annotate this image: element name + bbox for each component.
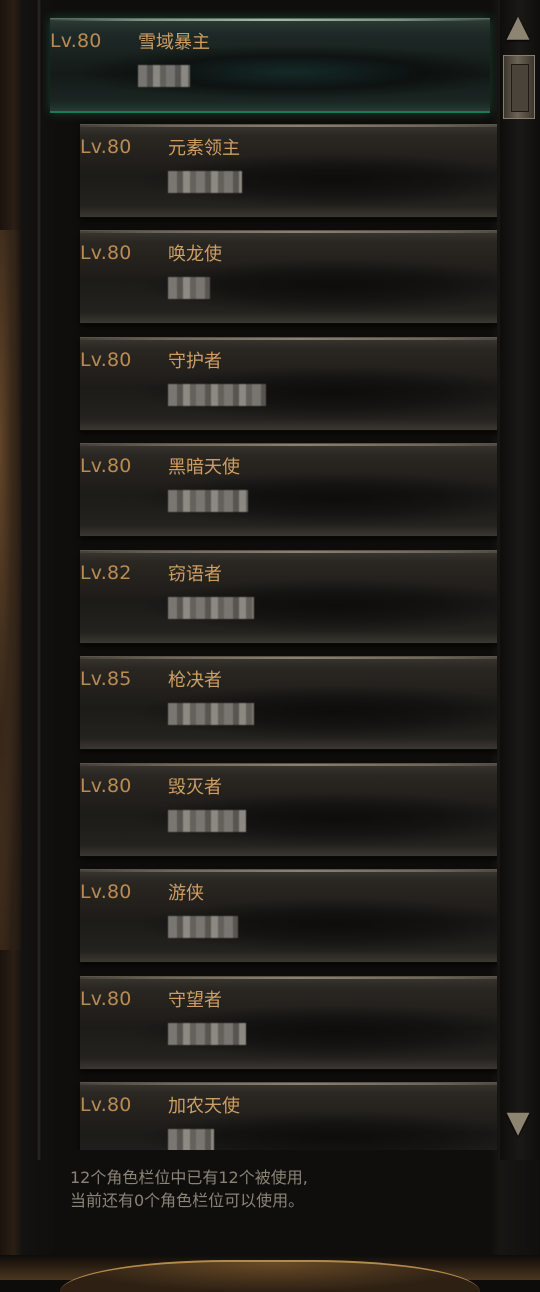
character-class: 守护者: [168, 351, 222, 372]
character-name-redacted: [168, 597, 254, 619]
character-name-redacted: [168, 1023, 246, 1045]
character-class: 毁灭者: [168, 777, 222, 798]
character-name-redacted: [168, 384, 266, 406]
scrollbar-thumb[interactable]: [503, 55, 535, 119]
character-slot[interactable]: Lv.82 窃语者: [80, 550, 497, 644]
character-name-redacted: [168, 703, 254, 725]
character-level: Lv.80: [80, 136, 132, 158]
character-level: Lv.82: [80, 562, 132, 584]
character-level: Lv.80: [50, 30, 102, 52]
character-name-redacted: [168, 171, 242, 193]
character-level: Lv.80: [80, 988, 132, 1010]
character-slot[interactable]: Lv.80 加农天使: [80, 1082, 497, 1150]
character-name-redacted: [168, 810, 246, 832]
character-slot[interactable]: Lv.80 唤龙使: [80, 230, 497, 324]
slot-usage-line-2: 当前还有0个角色栏位可以使用。: [70, 1191, 305, 1210]
character-slot[interactable]: Lv.80 元素领主: [80, 124, 497, 218]
character-class: 加农天使: [168, 1096, 240, 1117]
character-class: 枪决者: [168, 670, 222, 691]
character-class: 守望者: [168, 990, 222, 1011]
character-class: 元素领主: [168, 138, 240, 159]
triangle-up-icon[interactable]: ▲: [502, 10, 534, 44]
character-class: 唤龙使: [168, 244, 222, 265]
character-name-redacted: [168, 490, 248, 512]
background-art: [0, 230, 22, 950]
character-slot[interactable]: Lv.80 守护者: [80, 337, 497, 431]
character-level: Lv.80: [80, 242, 132, 264]
character-level: Lv.80: [80, 349, 132, 371]
character-name-redacted: [168, 916, 238, 938]
character-name-redacted: [168, 277, 210, 299]
character-name-redacted: [168, 1129, 214, 1150]
character-slot[interactable]: Lv.80 毁灭者: [80, 763, 497, 857]
character-slot[interactable]: Lv.80 黑暗天使: [80, 443, 497, 537]
character-name-redacted: [138, 65, 190, 87]
character-slot[interactable]: Lv.80 游侠: [80, 869, 497, 963]
character-list: Lv.80 雪域暴主 Lv.80 元素领主 Lv.80 唤龙使 Lv.80 守护…: [42, 0, 497, 1150]
character-level: Lv.80: [80, 881, 132, 903]
character-class: 黑暗天使: [168, 457, 240, 478]
character-level: Lv.80: [80, 775, 132, 797]
character-slot[interactable]: Lv.80 守望者: [80, 976, 497, 1070]
character-level: Lv.80: [80, 1094, 132, 1116]
character-class: 雪域暴主: [138, 32, 210, 53]
slot-usage-info: 12个角色栏位中已有12个被使用, 当前还有0个角色栏位可以使用。: [70, 1166, 490, 1212]
scrollbar-track[interactable]: [500, 0, 540, 1160]
character-slot[interactable]: Lv.85 枪决者: [80, 656, 497, 750]
slot-usage-line-1: 12个角色栏位中已有12个被使用,: [70, 1168, 308, 1187]
character-slot[interactable]: Lv.80 雪域暴主: [50, 18, 490, 113]
character-level: Lv.80: [80, 455, 132, 477]
triangle-down-icon[interactable]: ▼: [502, 1106, 534, 1140]
character-level: Lv.85: [80, 668, 132, 690]
character-class: 游侠: [168, 883, 204, 904]
character-class: 窃语者: [168, 564, 222, 585]
